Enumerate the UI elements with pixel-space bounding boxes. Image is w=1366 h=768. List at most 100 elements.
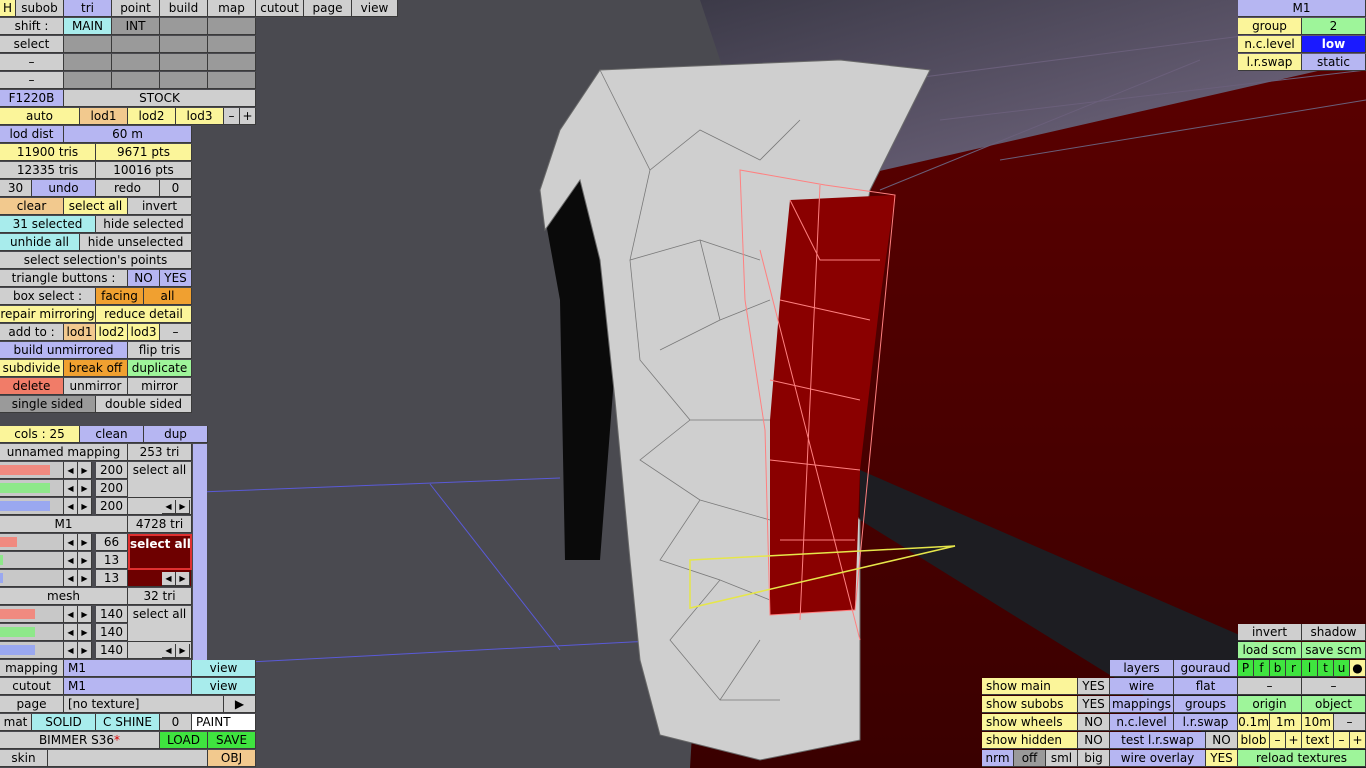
object-title[interactable]: M1	[1238, 0, 1366, 17]
dup-button[interactable]: dup	[144, 426, 208, 443]
mat-paint[interactable]: PAINT	[192, 714, 256, 731]
tri-buttons-no[interactable]: NO	[128, 270, 160, 287]
menu-map[interactable]: map	[208, 0, 256, 17]
left-arrow-icon[interactable]: ◀	[64, 552, 78, 569]
view-letter-4[interactable]: l	[1302, 660, 1318, 677]
right-arrow-icon[interactable]: ▶	[176, 572, 190, 586]
unhide-all-button[interactable]: unhide all	[0, 234, 80, 251]
add-lod1[interactable]: lod1	[64, 324, 96, 341]
left-arrow-icon[interactable]: ◀	[64, 606, 78, 623]
blob-plus[interactable]: +	[1286, 732, 1302, 749]
mat-value[interactable]: 0	[160, 714, 192, 731]
mapping-select-all[interactable]: select all	[128, 606, 192, 642]
repair-mirroring-button[interactable]: repair mirroring	[0, 306, 96, 323]
unmirror-button[interactable]: unmirror	[64, 378, 128, 395]
flip-tris-button[interactable]: flip tris	[128, 342, 192, 359]
left-arrow-icon[interactable]: ◀	[64, 498, 78, 515]
mapping-color-slider[interactable]	[0, 498, 64, 515]
reload-textures-button[interactable]: reload textures	[1238, 750, 1366, 767]
gouraud-button[interactable]: gouraud	[1174, 660, 1238, 677]
left-arrow-icon[interactable]: ◀	[64, 642, 78, 659]
select-points-button[interactable]: select selection's points	[0, 252, 192, 269]
subdivide-button[interactable]: subdivide	[0, 360, 64, 377]
shift-int[interactable]: INT	[112, 18, 160, 35]
select-slot[interactable]	[160, 36, 208, 53]
shift-main[interactable]: MAIN	[64, 18, 112, 35]
dash-button[interactable]: –	[1238, 678, 1302, 695]
clear-button[interactable]: clear	[0, 198, 64, 215]
mapping-color-slider[interactable]	[0, 480, 64, 497]
show-subobs-value[interactable]: YES	[1078, 696, 1110, 713]
mapping-select-all[interactable]: select all	[128, 534, 192, 570]
right-arrow-icon[interactable]: ▶	[176, 644, 190, 658]
add-lod2[interactable]: lod2	[96, 324, 128, 341]
double-sided-button[interactable]: double sided	[96, 396, 192, 413]
load-button[interactable]: LOAD	[160, 732, 208, 749]
mapping-color-slider[interactable]	[0, 552, 64, 569]
view-letter-6[interactable]: u	[1334, 660, 1350, 677]
duplicate-button[interactable]: duplicate	[128, 360, 192, 377]
show-main-button[interactable]: show main	[982, 678, 1078, 695]
show-subobs-button[interactable]: show subobs	[982, 696, 1078, 713]
shadow-button[interactable]: shadow	[1302, 624, 1366, 641]
add-lod3[interactable]: lod3	[128, 324, 160, 341]
mapping-color-slider[interactable]	[0, 606, 64, 623]
nclevel-value[interactable]: low	[1302, 36, 1366, 53]
right-arrow-icon[interactable]: ▶	[78, 498, 92, 515]
page-value[interactable]: [no texture]	[64, 696, 224, 713]
menu-tri[interactable]: tri	[64, 0, 112, 17]
load-scm-button[interactable]: load scm	[1238, 642, 1302, 659]
right-arrow-icon[interactable]: ▶	[78, 624, 92, 641]
test-lr-swap-value[interactable]: NO	[1206, 732, 1238, 749]
save-button[interactable]: SAVE	[208, 732, 256, 749]
view-letter-5[interactable]: t	[1318, 660, 1334, 677]
lr-swap-button[interactable]: l.r.swap	[1174, 714, 1238, 731]
reduce-detail-button[interactable]: reduce detail	[96, 306, 192, 323]
right-arrow-icon[interactable]: ▶	[78, 552, 92, 569]
model-name[interactable]: BIMMER S36*	[0, 732, 160, 749]
select-all-button[interactable]: select all	[64, 198, 128, 215]
car-code[interactable]: F1220B	[0, 90, 64, 107]
big-button[interactable]: big	[1078, 750, 1110, 767]
skin-value[interactable]	[48, 750, 208, 767]
menu-point[interactable]: point	[112, 0, 160, 17]
undo-button[interactable]: undo	[32, 180, 96, 197]
wire-button[interactable]: wire	[1110, 678, 1174, 695]
lrswap-value[interactable]: static	[1302, 54, 1366, 71]
groups-button[interactable]: groups	[1174, 696, 1238, 713]
text-minus[interactable]: –	[1334, 732, 1350, 749]
mapping-color-value[interactable]: 200	[96, 462, 128, 479]
show-hidden-button[interactable]: show hidden	[982, 732, 1078, 749]
select-slot[interactable]	[64, 36, 112, 53]
lod2[interactable]: lod2	[128, 108, 176, 125]
text-button[interactable]: text	[1302, 732, 1334, 749]
select-label[interactable]: select	[0, 36, 64, 53]
mat-cshine[interactable]: C SHINE	[96, 714, 160, 731]
dist-01m[interactable]: 0.1m	[1238, 714, 1270, 731]
redo-button[interactable]: redo	[96, 180, 160, 197]
tri-buttons-yes[interactable]: YES	[160, 270, 192, 287]
wire-overlay-button[interactable]: wire overlay	[1110, 750, 1206, 767]
show-hidden-value[interactable]: NO	[1078, 732, 1110, 749]
left-arrow-icon[interactable]: ◀	[64, 570, 78, 587]
lod-minus[interactable]: –	[224, 108, 240, 125]
slot[interactable]	[160, 54, 208, 71]
test-lr-swap-button[interactable]: test l.r.swap	[1110, 732, 1206, 749]
text-plus[interactable]: +	[1350, 732, 1366, 749]
view-letter-2[interactable]: b	[1270, 660, 1286, 677]
dash-button[interactable]: –	[1302, 678, 1366, 695]
sml-button[interactable]: sml	[1046, 750, 1078, 767]
mapping-color-value[interactable]: 13	[96, 552, 128, 569]
nrm-button[interactable]: nrm	[982, 750, 1014, 767]
origin-button[interactable]: origin	[1238, 696, 1302, 713]
hide-unselected-button[interactable]: hide unselected	[80, 234, 192, 251]
box-select-all[interactable]: all	[144, 288, 192, 305]
wire-overlay-value[interactable]: YES	[1206, 750, 1238, 767]
left-arrow-icon[interactable]: ◀	[64, 462, 78, 479]
right-arrow-icon[interactable]: ▶	[176, 500, 190, 514]
single-sided-button[interactable]: single sided	[0, 396, 96, 413]
left-arrow-icon[interactable]: ◀	[64, 480, 78, 497]
object-button[interactable]: object	[1302, 696, 1366, 713]
shift-slot[interactable]	[208, 18, 256, 35]
mapping-name[interactable]: mesh	[0, 588, 128, 605]
